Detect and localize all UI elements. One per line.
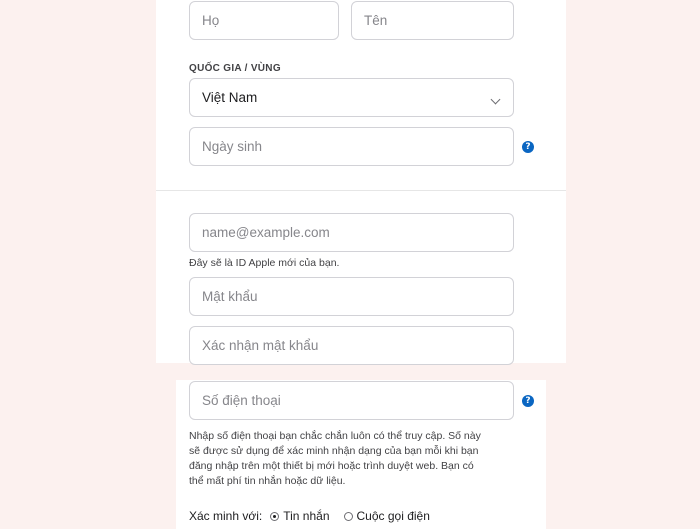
phone-hint-line: đăng nhập trên một thiết bị mới hoặc trì… <box>189 460 474 472</box>
birthday-input[interactable]: Ngày sinh <box>189 127 514 166</box>
verify-option-call[interactable]: Cuộc gọi điện <box>343 509 430 523</box>
password-placeholder: Mật khẩu <box>202 289 258 304</box>
verify-option-sms-label: Tin nhắn <box>283 509 330 523</box>
phone-help-icon[interactable]: ? <box>522 395 534 407</box>
birthday-placeholder: Ngày sinh <box>202 139 263 154</box>
section-divider <box>156 190 566 191</box>
email-input[interactable]: name@example.com <box>189 213 514 252</box>
verify-option-sms[interactable]: Tin nhắn <box>270 509 330 523</box>
phone-hint-line: Nhập số điện thoại bạn chắc chắn luôn có… <box>189 430 481 442</box>
first-name-input[interactable]: Tên <box>351 1 514 40</box>
country-select[interactable]: Việt Nam <box>189 78 514 117</box>
first-name-placeholder: Tên <box>364 13 388 28</box>
verify-option-call-label: Cuộc gọi điện <box>356 509 430 523</box>
email-placeholder: name@example.com <box>202 225 330 240</box>
last-name-placeholder: Họ <box>202 13 220 28</box>
phone-hint-line: sẽ được sử dụng để xác minh nhận dạng củ… <box>189 445 479 457</box>
verify-method-row: Xác minh với: Tin nhắn Cuộc gọi điện <box>189 508 430 524</box>
chevron-down-icon <box>490 94 501 105</box>
radio-selected-icon[interactable] <box>270 511 280 521</box>
phone-placeholder: Số điện thoại <box>202 393 281 408</box>
phone-hint: Nhập số điện thoại bạn chắc chắn luôn có… <box>189 429 524 489</box>
phone-hint-line: thể mất phí tin nhắn hoặc dữ liệu. <box>189 475 346 487</box>
verify-label: Xác minh với: <box>189 509 263 523</box>
last-name-input[interactable]: Họ <box>189 1 339 40</box>
country-label: QUỐC GIA / VÙNG <box>189 63 281 74</box>
country-value: Việt Nam <box>202 90 258 105</box>
email-hint: Đây sẽ là ID Apple mới của bạn. <box>189 257 340 269</box>
password-input[interactable]: Mật khẩu <box>189 277 514 316</box>
birthday-help-icon[interactable]: ? <box>522 141 534 153</box>
radio-unselected-icon[interactable] <box>343 511 353 521</box>
confirm-password-placeholder: Xác nhận mật khẩu <box>202 338 319 353</box>
confirm-password-input[interactable]: Xác nhận mật khẩu <box>189 326 514 365</box>
phone-input[interactable]: Số điện thoại <box>189 381 514 420</box>
